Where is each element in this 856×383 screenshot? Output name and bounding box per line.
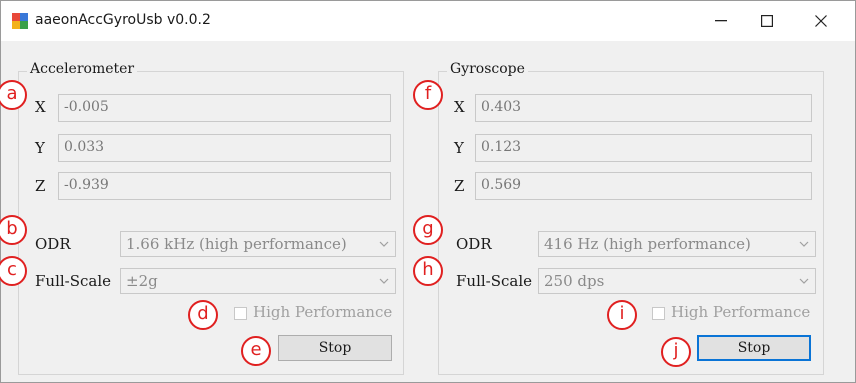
gyro-high-performance-checkbox[interactable] [652, 307, 665, 320]
close-icon [815, 15, 827, 27]
window-title: aaeonAccGyroUsb v0.0.2 [35, 12, 211, 28]
gyro-y-field[interactable]: 0.123 [475, 134, 812, 162]
app-icon [12, 13, 28, 29]
gyro-z-field[interactable]: 0.569 [475, 172, 812, 200]
acc-z-label: Z [35, 177, 46, 195]
annotation-g: g [413, 215, 443, 245]
acc-odr-select[interactable]: 1.66 kHz (high performance) [120, 231, 396, 257]
acc-fullscale-value: ±2g [126, 272, 158, 290]
gyro-z-label: Z [454, 177, 465, 195]
acc-fullscale-label: Full-Scale [35, 272, 112, 290]
acc-y-field[interactable]: 0.033 [58, 134, 391, 162]
acc-x-field[interactable]: -0.005 [58, 94, 391, 122]
gyro-fullscale-value: 250 dps [544, 272, 605, 290]
gyro-odr-value: 416 Hz (high performance) [544, 235, 751, 253]
acc-high-performance-checkbox[interactable] [234, 307, 247, 320]
gyro-high-performance-label: High Performance [671, 303, 811, 321]
annotation-h: h [413, 256, 443, 286]
gyro-odr-label: ODR [456, 235, 492, 253]
maximize-button[interactable] [744, 1, 790, 41]
close-button[interactable] [798, 1, 844, 41]
chevron-down-icon [799, 241, 809, 247]
acc-stop-button[interactable]: Stop [278, 335, 392, 361]
gyro-y-label: Y [454, 139, 464, 157]
title-bar[interactable]: aaeonAccGyroUsb v0.0.2 [1, 1, 855, 41]
acc-high-performance-label: High Performance [253, 303, 393, 321]
acc-fullscale-select[interactable]: ±2g [120, 268, 396, 294]
minimize-icon [715, 20, 727, 22]
gyro-fullscale-label: Full-Scale [456, 272, 533, 290]
acc-x-label: X [35, 98, 46, 116]
gyro-odr-select[interactable]: 416 Hz (high performance) [538, 231, 816, 257]
app-window: aaeonAccGyroUsb v0.0.2 Accelerometer X -… [0, 0, 856, 383]
annotation-f: f [413, 80, 443, 110]
gyro-x-field[interactable]: 0.403 [475, 94, 812, 122]
chevron-down-icon [379, 278, 389, 284]
acc-z-field[interactable]: -0.939 [58, 172, 391, 200]
minimize-button[interactable] [698, 1, 744, 41]
acc-y-label: Y [35, 139, 45, 157]
annotation-d: d [188, 300, 218, 330]
gyroscope-group-title: Gyroscope [447, 61, 528, 77]
annotation-j: j [661, 337, 691, 367]
gyro-fullscale-select[interactable]: 250 dps [538, 268, 816, 294]
annotation-i: i [607, 300, 637, 330]
accelerometer-group-title: Accelerometer [27, 61, 138, 77]
acc-odr-value: 1.66 kHz (high performance) [126, 235, 347, 253]
annotation-e: e [241, 336, 271, 366]
chevron-down-icon [379, 241, 389, 247]
gyro-stop-button[interactable]: Stop [697, 335, 811, 361]
gyro-x-label: X [454, 98, 465, 116]
acc-odr-label: ODR [35, 235, 71, 253]
chevron-down-icon [799, 278, 809, 284]
maximize-icon [761, 15, 773, 27]
